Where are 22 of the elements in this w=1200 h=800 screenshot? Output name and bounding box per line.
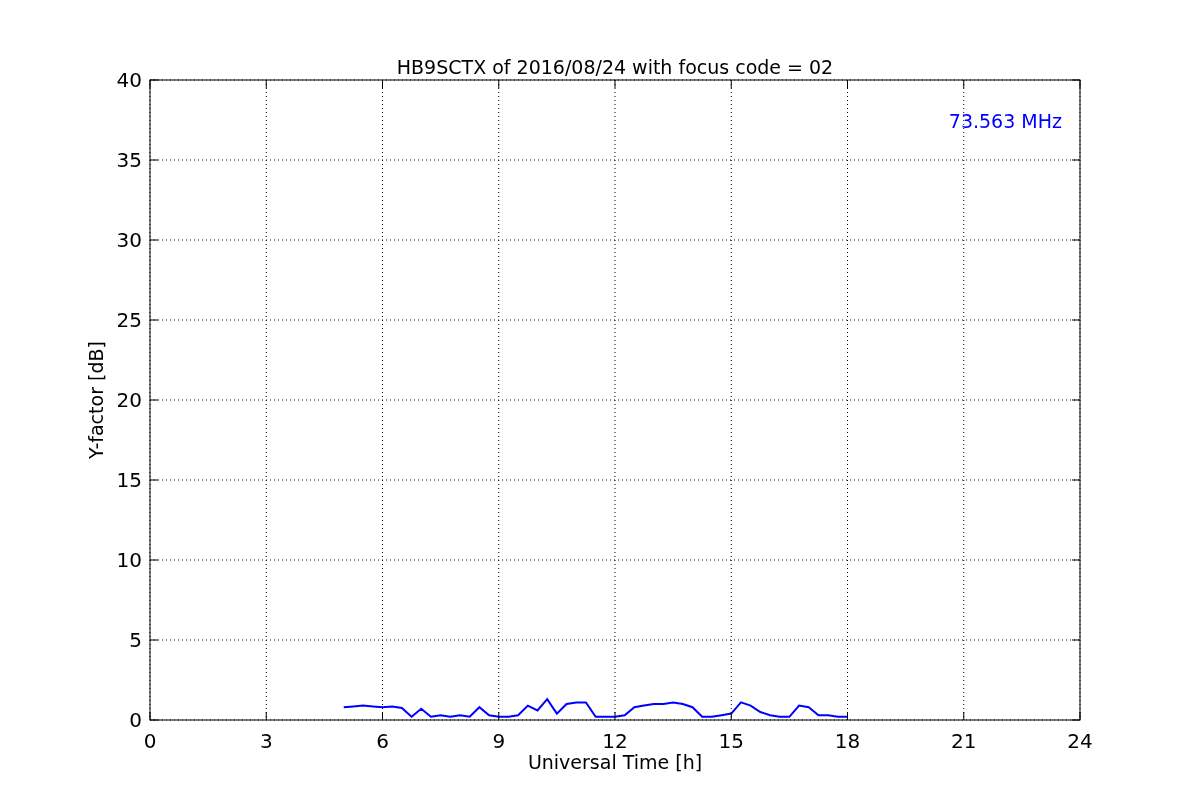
tick-label: 30 [116,228,142,252]
tick-label: 20 [116,388,142,412]
y-axis-label: Y-factor [dB] [85,341,107,459]
chart-title: HB9SCTX of 2016/08/24 with focus code = 02 [396,56,834,78]
tick-label: 40 [116,68,142,92]
tick-label: 18 [834,729,861,753]
tick-label: 5 [129,628,142,652]
tick-label: 10 [116,548,142,572]
tick-label: 9 [492,729,506,753]
tick-label: 6 [376,729,389,753]
tick-label: 24 [1067,729,1093,753]
tick-label: 35 [116,148,142,172]
tick-label: 25 [116,308,142,332]
tick-label: 15 [718,729,744,753]
series-label: 73.563 MHz [948,110,1062,132]
tick-label: 0 [143,729,157,753]
tick-label: 3 [259,729,273,753]
tick-label: 12 [602,729,628,753]
tick-label: 21 [951,729,977,753]
tick-label: 0 [129,708,142,732]
tick-label: 15 [116,468,142,492]
x-axis-label: Universal Time [h] [527,751,703,773]
